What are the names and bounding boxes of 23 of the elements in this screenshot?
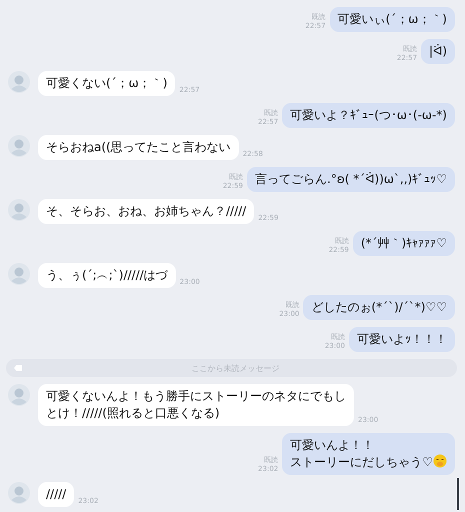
message-bubble: そらおねa((思ってたこと言わない bbox=[38, 135, 239, 160]
avatar-icon[interactable] bbox=[8, 199, 30, 221]
message-bubble: 言ってごらん.°ʚ( *´ᐛ))ω`,,)ｷﾞｭｯ♡ bbox=[247, 167, 455, 192]
scrollbar[interactable] bbox=[457, 478, 459, 510]
avatar-icon[interactable] bbox=[8, 135, 30, 157]
avatar-icon[interactable] bbox=[8, 384, 30, 406]
avatar-icon[interactable] bbox=[8, 71, 30, 93]
avatar-icon[interactable] bbox=[8, 482, 30, 504]
tag-icon bbox=[14, 365, 22, 371]
message-bubble: 可愛いよｯ！！！ bbox=[349, 327, 455, 352]
message-bubble: どしたのぉ(*´`)/´`*)♡♡ bbox=[303, 295, 455, 320]
message-line: 可愛いんよ！！ bbox=[290, 437, 376, 454]
message-bubble: そ、そらお、おね、お姉ちゃん？///// bbox=[38, 199, 254, 224]
message-bubble: |ᐛ) bbox=[421, 39, 455, 64]
message-bubble: う、ぅ(´;︵;`)/////はづ bbox=[38, 263, 176, 288]
message-bubble: 可愛いよ？ｷﾞｭｰ(つ･ω･(-ω-*) bbox=[282, 103, 455, 128]
message-bubble: 可愛くないんよ！もう勝手にストーリーのネタにでもしとけ！/////(照れると口悪くなる) bbox=[38, 384, 354, 426]
avatar-icon[interactable] bbox=[8, 263, 30, 285]
message-bubble: (*´艸｀)ｷｬｧｧｧ♡ bbox=[352, 231, 455, 256]
message-line: ストーリーにだしちゃう♡ bbox=[290, 454, 447, 471]
message-bubble: ///// bbox=[38, 482, 74, 507]
message-bubble: 可愛くない(´；ω；｀) bbox=[38, 71, 176, 96]
message-bubble: 可愛いぃ(´；ω；｀) bbox=[330, 7, 455, 32]
